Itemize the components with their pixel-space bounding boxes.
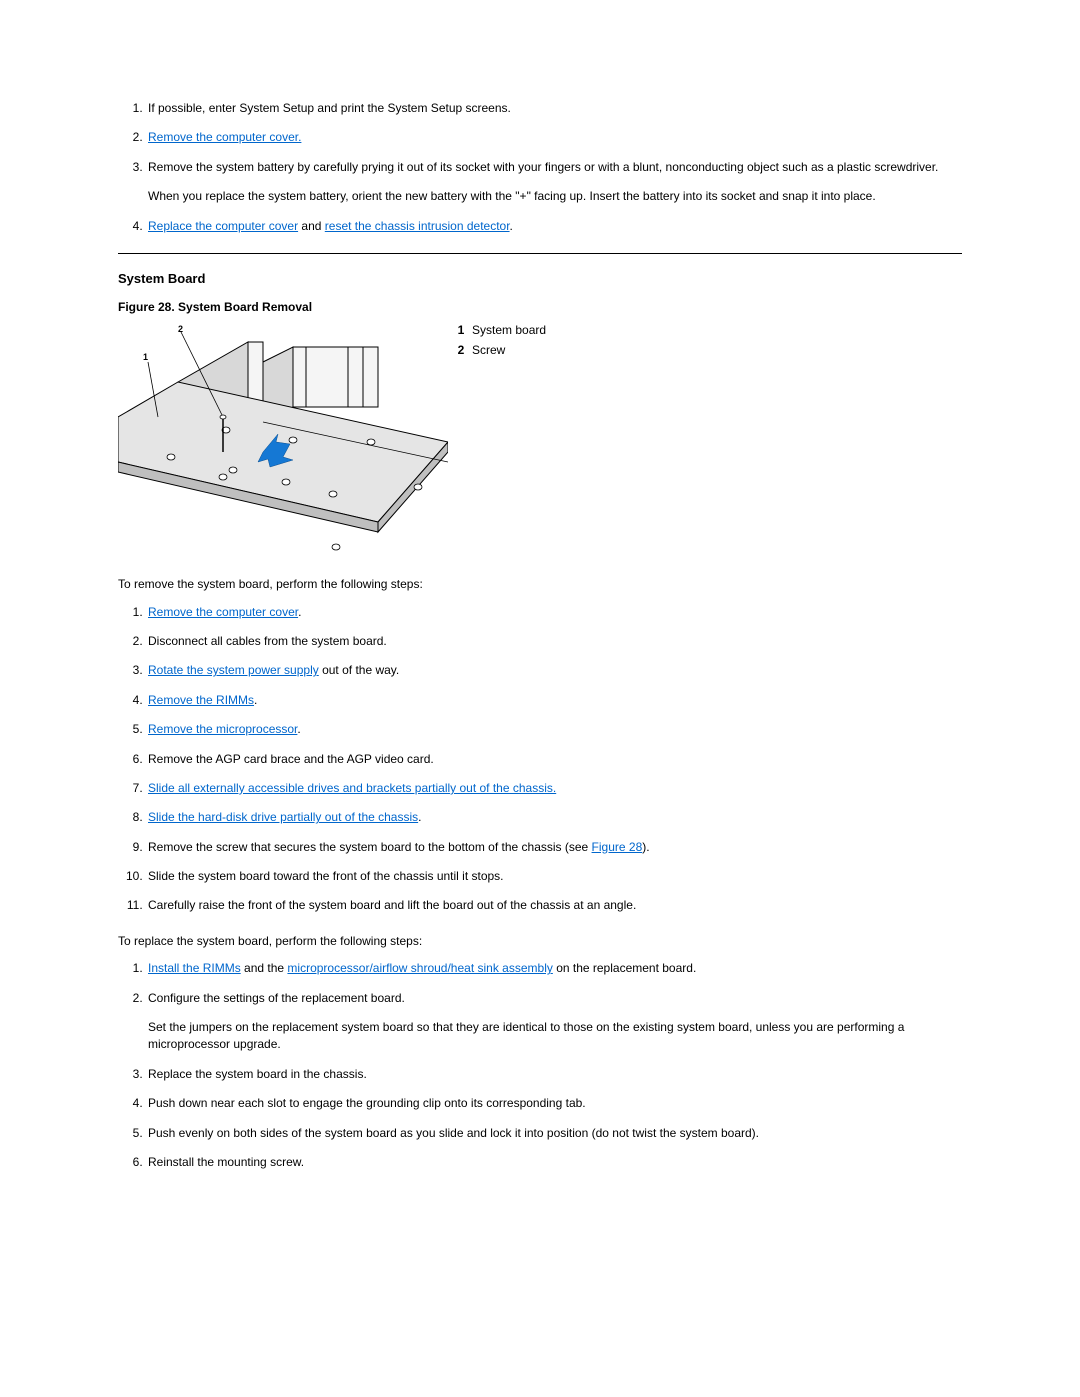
list-item: Slide the system board toward the front … (146, 868, 962, 885)
legend-label: Screw (472, 342, 505, 359)
list-item: Push down near each slot to engage the g… (146, 1095, 962, 1112)
list-item: Replace the system board in the chassis. (146, 1066, 962, 1083)
list-item: Remove the screw that secures the system… (146, 839, 962, 856)
section-title: System Board (118, 270, 962, 289)
list-item: Remove the RIMMs. (146, 692, 962, 709)
replace-steps-list: Install the RIMMs and the microprocessor… (118, 960, 962, 1171)
step-text: Carefully raise the front of the system … (148, 898, 636, 912)
figure-legend: 1 System board 2 Screw (454, 322, 546, 361)
step-text: out of the way. (319, 663, 400, 677)
list-item: Slide the hard-disk drive partially out … (146, 809, 962, 826)
svg-text:1: 1 (143, 352, 148, 362)
slide-hdd-link[interactable]: Slide the hard-disk drive partially out … (148, 810, 418, 824)
step-text: and (298, 219, 325, 233)
list-item: Remove the system battery by carefully p… (146, 159, 962, 206)
step-text: Reinstall the mounting screw. (148, 1155, 304, 1169)
figure-caption: Figure 28. System Board Removal (118, 299, 962, 316)
step-text: and the (241, 961, 288, 975)
step-text: . (418, 810, 421, 824)
list-item: Carefully raise the front of the system … (146, 897, 962, 914)
list-item: If possible, enter System Setup and prin… (146, 100, 962, 117)
step-text: Replace the system board in the chassis. (148, 1067, 367, 1081)
step-text: on the replacement board. (553, 961, 696, 975)
step-text: Remove the screw that secures the system… (148, 840, 592, 854)
list-item: Install the RIMMs and the microprocessor… (146, 960, 962, 977)
figure-28-link[interactable]: Figure 28 (592, 840, 643, 854)
list-item: Remove the microprocessor. (146, 721, 962, 738)
section-divider (118, 253, 962, 254)
step-note: Set the jumpers on the replacement syste… (148, 1019, 962, 1054)
step-text: . (297, 722, 300, 736)
legend-item: 1 System board (454, 322, 546, 339)
list-item: Slide all externally accessible drives a… (146, 780, 962, 797)
legend-number: 1 (454, 322, 468, 339)
reset-intrusion-link[interactable]: reset the chassis intrusion detector (325, 219, 510, 233)
step-text: Slide the system board toward the front … (148, 869, 504, 883)
step-text: Remove the AGP card brace and the AGP vi… (148, 752, 434, 766)
list-item: Remove the computer cover. (146, 604, 962, 621)
list-item: Configure the settings of the replacemen… (146, 990, 962, 1054)
step-text: ). (642, 840, 649, 854)
remove-microprocessor-link[interactable]: Remove the microprocessor (148, 722, 297, 736)
step-text: Push evenly on both sides of the system … (148, 1126, 759, 1140)
system-board-illustration: 1 2 (118, 322, 448, 562)
remove-rimms-link[interactable]: Remove the RIMMs (148, 693, 254, 707)
list-item: Remove the computer cover. (146, 129, 962, 146)
svg-text:2: 2 (178, 324, 183, 334)
remove-intro: To remove the system board, perform the … (118, 576, 962, 593)
step-text: . (510, 219, 513, 233)
legend-item: 2 Screw (454, 342, 546, 359)
figure-row: 1 2 1 System board 2 Screw (118, 322, 962, 562)
step-text: Remove the system battery by carefully p… (148, 160, 938, 174)
microprocessor-assembly-link[interactable]: microprocessor/airflow shroud/heat sink … (287, 961, 552, 975)
list-item: Reinstall the mounting screw. (146, 1154, 962, 1171)
rotate-power-supply-link[interactable]: Rotate the system power supply (148, 663, 319, 677)
slide-drives-link[interactable]: Slide all externally accessible drives a… (148, 781, 556, 795)
legend-number: 2 (454, 342, 468, 359)
step-text: Disconnect all cables from the system bo… (148, 634, 387, 648)
remove-cover-link[interactable]: Remove the computer cover (148, 605, 298, 619)
list-item: Replace the computer cover and reset the… (146, 218, 962, 235)
step-text: If possible, enter System Setup and prin… (148, 101, 511, 115)
legend-label: System board (472, 322, 546, 339)
step-note: When you replace the system battery, ori… (148, 188, 962, 205)
list-item: Rotate the system power supply out of th… (146, 662, 962, 679)
step-text: . (254, 693, 257, 707)
battery-steps-list: If possible, enter System Setup and prin… (118, 100, 962, 235)
install-rimms-link[interactable]: Install the RIMMs (148, 961, 241, 975)
list-item: Disconnect all cables from the system bo… (146, 633, 962, 650)
replace-cover-link[interactable]: Replace the computer cover (148, 219, 298, 233)
step-text: Push down near each slot to engage the g… (148, 1096, 586, 1110)
remove-cover-link[interactable]: Remove the computer cover. (148, 130, 301, 144)
list-item: Push evenly on both sides of the system … (146, 1125, 962, 1142)
step-text: . (298, 605, 301, 619)
step-text: Configure the settings of the replacemen… (148, 991, 405, 1005)
remove-steps-list: Remove the computer cover. Disconnect al… (118, 604, 962, 915)
list-item: Remove the AGP card brace and the AGP vi… (146, 751, 962, 768)
replace-intro: To replace the system board, perform the… (118, 933, 962, 950)
